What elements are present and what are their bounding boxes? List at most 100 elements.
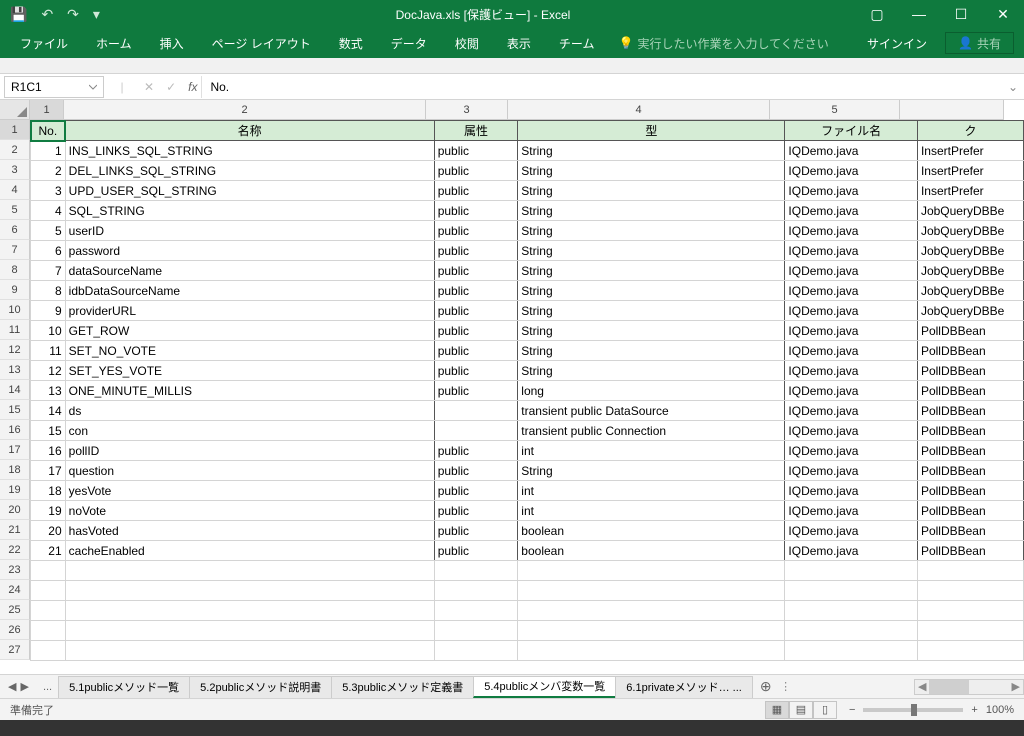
empty-cell[interactable] — [917, 621, 1023, 641]
cell-grid[interactable]: No.名称属性型ファイル名ク1INS_LINKS_SQL_STRINGpubli… — [30, 120, 1024, 661]
data-cell[interactable]: InsertPrefer — [917, 141, 1023, 161]
formula-expand-icon[interactable]: ⌄ — [1002, 80, 1024, 94]
share-button[interactable]: 👤 共有 — [945, 32, 1014, 54]
data-cell[interactable]: IQDemo.java — [785, 181, 918, 201]
row-header[interactable]: 18 — [0, 460, 30, 480]
data-cell[interactable]: PollDBBean — [917, 441, 1023, 461]
data-cell[interactable]: JobQueryDBBe — [917, 241, 1023, 261]
ribbon-tab-2[interactable]: 挿入 — [146, 28, 198, 58]
data-cell[interactable]: IQDemo.java — [785, 281, 918, 301]
data-cell[interactable]: IQDemo.java — [785, 221, 918, 241]
data-cell[interactable]: IQDemo.java — [785, 381, 918, 401]
empty-cell[interactable] — [65, 561, 434, 581]
cancel-icon[interactable]: ✕ — [144, 80, 154, 94]
maximize-button[interactable]: ☐ — [940, 0, 982, 28]
data-cell[interactable]: String — [518, 321, 785, 341]
column-header[interactable] — [900, 100, 1004, 120]
data-cell[interactable]: IQDemo.java — [785, 501, 918, 521]
row-header[interactable]: 20 — [0, 500, 30, 520]
row-header[interactable]: 13 — [0, 360, 30, 380]
data-cell[interactable]: SET_NO_VOTE — [65, 341, 434, 361]
empty-cell[interactable] — [917, 581, 1023, 601]
row-number-cell[interactable]: 9 — [31, 301, 66, 321]
empty-cell[interactable] — [518, 641, 785, 661]
data-cell[interactable]: IQDemo.java — [785, 521, 918, 541]
data-cell[interactable]: pollID — [65, 441, 434, 461]
add-sheet-button[interactable]: ⊕ — [752, 678, 780, 695]
row-header[interactable]: 22 — [0, 540, 30, 560]
data-cell[interactable]: public — [434, 241, 518, 261]
row-header[interactable]: 6 — [0, 220, 30, 240]
data-cell[interactable]: int — [518, 481, 785, 501]
empty-cell[interactable] — [65, 601, 434, 621]
data-cell[interactable]: public — [434, 461, 518, 481]
data-cell[interactable]: SQL_STRING — [65, 201, 434, 221]
ribbon-tab-5[interactable]: データ — [377, 28, 441, 58]
data-cell[interactable]: IQDemo.java — [785, 321, 918, 341]
data-cell[interactable]: PollDBBean — [917, 541, 1023, 561]
data-cell[interactable]: PollDBBean — [917, 321, 1023, 341]
sheet-tab[interactable]: 5.2publicメソッド説明書 — [189, 676, 332, 698]
row-header[interactable]: 21 — [0, 520, 30, 540]
row-number-cell[interactable]: 11 — [31, 341, 66, 361]
row-number-cell[interactable]: 18 — [31, 481, 66, 501]
data-cell[interactable]: PollDBBean — [917, 401, 1023, 421]
data-cell[interactable]: PollDBBean — [917, 421, 1023, 441]
data-cell[interactable]: JobQueryDBBe — [917, 261, 1023, 281]
row-header[interactable]: 4 — [0, 180, 30, 200]
row-header[interactable]: 26 — [0, 620, 30, 640]
empty-cell[interactable] — [31, 641, 66, 661]
data-cell[interactable]: JobQueryDBBe — [917, 301, 1023, 321]
row-number-cell[interactable]: 19 — [31, 501, 66, 521]
data-cell[interactable] — [434, 401, 518, 421]
row-header[interactable]: 27 — [0, 640, 30, 660]
data-cell[interactable]: public — [434, 341, 518, 361]
data-cell[interactable]: PollDBBean — [917, 381, 1023, 401]
row-header[interactable]: 25 — [0, 600, 30, 620]
data-cell[interactable]: IQDemo.java — [785, 301, 918, 321]
empty-cell[interactable] — [785, 601, 918, 621]
zoom-out-button[interactable]: − — [849, 704, 855, 716]
sheet-tab[interactable]: 5.1publicメソッド一覧 — [58, 676, 190, 698]
data-cell[interactable]: JobQueryDBBe — [917, 281, 1023, 301]
data-cell[interactable]: ds — [65, 401, 434, 421]
data-cell[interactable]: IQDemo.java — [785, 241, 918, 261]
data-cell[interactable]: INS_LINKS_SQL_STRING — [65, 141, 434, 161]
column-header[interactable]: 3 — [426, 100, 508, 120]
data-cell[interactable]: noVote — [65, 501, 434, 521]
ribbon-tab-4[interactable]: 数式 — [325, 28, 377, 58]
empty-cell[interactable] — [917, 641, 1023, 661]
data-cell[interactable]: IQDemo.java — [785, 461, 918, 481]
data-cell[interactable]: dataSourceName — [65, 261, 434, 281]
data-cell[interactable]: String — [518, 201, 785, 221]
row-number-cell[interactable]: 20 — [31, 521, 66, 541]
data-cell[interactable]: public — [434, 281, 518, 301]
data-cell[interactable]: IQDemo.java — [785, 541, 918, 561]
row-number-cell[interactable]: 13 — [31, 381, 66, 401]
data-cell[interactable]: String — [518, 141, 785, 161]
empty-cell[interactable] — [917, 601, 1023, 621]
table-header-cell[interactable]: 名称 — [65, 121, 434, 141]
table-header-cell[interactable]: ク — [917, 121, 1023, 141]
data-cell[interactable]: PollDBBean — [917, 521, 1023, 541]
row-header[interactable]: 24 — [0, 580, 30, 600]
data-cell[interactable]: providerURL — [65, 301, 434, 321]
row-number-cell[interactable]: 10 — [31, 321, 66, 341]
empty-cell[interactable] — [31, 621, 66, 641]
formula-input[interactable]: No. — [201, 76, 1001, 98]
empty-cell[interactable] — [434, 561, 518, 581]
ribbon-tab-7[interactable]: 表示 — [493, 28, 545, 58]
data-cell[interactable]: boolean — [518, 541, 785, 561]
zoom-percent[interactable]: 100% — [986, 704, 1014, 716]
row-number-cell[interactable]: 17 — [31, 461, 66, 481]
column-header[interactable]: 4 — [508, 100, 770, 120]
data-cell[interactable]: public — [434, 261, 518, 281]
empty-cell[interactable] — [434, 621, 518, 641]
chevron-down-icon[interactable] — [89, 83, 97, 91]
data-cell[interactable]: transient public DataSource — [518, 401, 785, 421]
data-cell[interactable]: SET_YES_VOTE — [65, 361, 434, 381]
table-header-cell[interactable]: 型 — [518, 121, 785, 141]
data-cell[interactable]: public — [434, 141, 518, 161]
minimize-button[interactable]: — — [898, 0, 940, 28]
data-cell[interactable]: IQDemo.java — [785, 341, 918, 361]
